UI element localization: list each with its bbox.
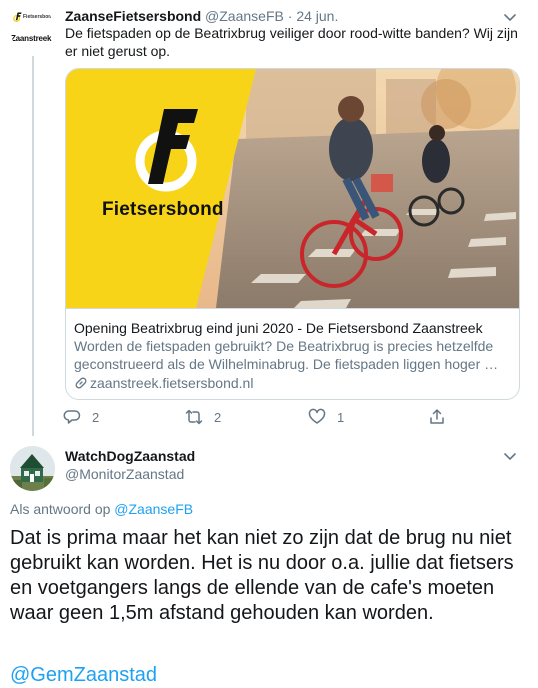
like-button[interactable]: 1 bbox=[308, 408, 344, 426]
retweet-count: 2 bbox=[214, 409, 222, 425]
card-title: Opening Beatrixbrug eind juni 2020 - De … bbox=[74, 320, 483, 336]
avatar-logo: Fietsersbon bbox=[13, 12, 53, 22]
like-count: 1 bbox=[337, 409, 345, 425]
reply-icon bbox=[63, 410, 81, 424]
card-description: Worden de fietspaden gebruikt? De Beatri… bbox=[74, 338, 499, 372]
avatar-logo-name: Zaanstreek bbox=[11, 34, 52, 43]
separator-dot: · bbox=[287, 8, 293, 24]
link-card-body[interactable]: Opening Beatrixbrug eind juni 2020 - De … bbox=[66, 308, 519, 399]
share-icon bbox=[430, 409, 444, 424]
tweet-watchdogzaanstad[interactable]: WatchDogZaanstad @MonitorZaanstad Als an… bbox=[0, 438, 538, 688]
avatar-house-image bbox=[10, 446, 55, 491]
reply-target-link[interactable]: @ZaanseFB bbox=[114, 501, 193, 517]
retweet-icon bbox=[185, 409, 203, 425]
author-name[interactable]: ZaanseFietsersbond bbox=[65, 8, 201, 24]
card-url-text: zaanstreek.fietsersbond.nl bbox=[90, 375, 254, 391]
avatar-logo-small-text: Fietsersbon bbox=[23, 14, 52, 20]
reply-button[interactable]: 2 bbox=[63, 408, 99, 426]
fietsersbond-logo-icon bbox=[13, 12, 22, 22]
link-card[interactable]: Fietsersbond Opening Beatrixbrug eind ju… bbox=[65, 68, 520, 400]
author-name[interactable]: WatchDogZaanstad bbox=[65, 447, 195, 465]
tweet-zaansefietsersbond[interactable]: Fietsersbon Zaanstreek ZaanseFietsersbon… bbox=[0, 0, 538, 438]
card-photo bbox=[66, 69, 519, 308]
link-card-image[interactable]: Fietsersbond bbox=[66, 69, 519, 308]
avatar-watchdogzaanstad[interactable] bbox=[10, 446, 55, 491]
tweet-header: ZaanseFietsersbond @ZaanseFB · 24 jun. bbox=[65, 7, 338, 25]
thread-line bbox=[32, 56, 34, 436]
tweet-date[interactable]: 24 jun. bbox=[296, 8, 338, 24]
share-button[interactable] bbox=[428, 408, 446, 426]
tweet-text: Dat is prima maar het kan niet zo zijn d… bbox=[10, 527, 514, 624]
reply-prefix: Als antwoord op bbox=[10, 501, 111, 517]
avatar-zaansefietsersbond[interactable]: Fietsersbon Zaanstreek bbox=[10, 7, 55, 52]
author-handle[interactable]: @ZaanseFB bbox=[205, 8, 284, 24]
retweet-button[interactable]: 2 bbox=[185, 408, 221, 426]
chevron-down-icon[interactable] bbox=[502, 9, 518, 25]
card-brand-text: Fietsersbond bbox=[102, 199, 224, 220]
mention-link[interactable]: @GemZaanstad bbox=[10, 663, 157, 688]
card-url: zaanstreek.fietsersbond.nl bbox=[74, 374, 513, 392]
reply-count: 2 bbox=[92, 409, 100, 425]
link-icon bbox=[75, 377, 87, 389]
like-icon bbox=[308, 408, 326, 424]
author-handle[interactable]: @MonitorZaanstad bbox=[65, 465, 184, 483]
reply-context: Als antwoord op @ZaanseFB bbox=[10, 500, 193, 518]
tweet-actions: 2 2 1 bbox=[63, 408, 463, 428]
chevron-down-icon[interactable] bbox=[502, 448, 518, 464]
tweet-text: De fietspaden op de Beatrixbrug veiliger… bbox=[65, 25, 518, 59]
